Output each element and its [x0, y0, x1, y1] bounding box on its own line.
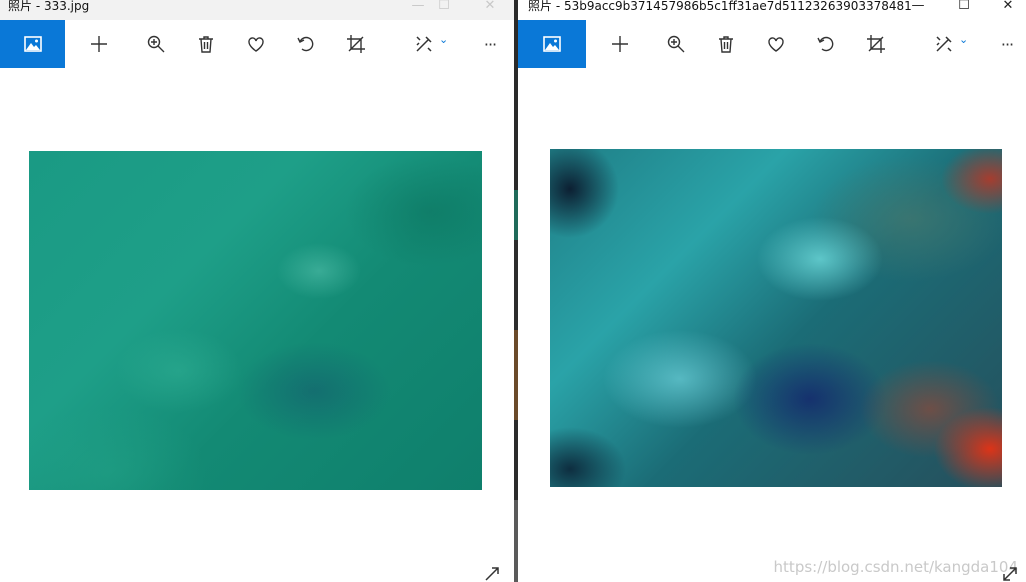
- rotate-icon: [817, 36, 834, 52]
- rotate-button[interactable]: [284, 20, 328, 68]
- image-canvas: [0, 68, 514, 582]
- photo-view-button[interactable]: [0, 20, 65, 68]
- more-button[interactable]: ···: [988, 20, 1026, 68]
- crop-button[interactable]: [334, 20, 378, 68]
- edit-button[interactable]: ⌄: [402, 20, 449, 68]
- photo-view-button[interactable]: [518, 20, 586, 68]
- maximize-button[interactable]: ☐: [944, 0, 984, 14]
- watermark: https://blog.csdn.net/kangda104: [773, 558, 1018, 576]
- edit-icon: [936, 36, 952, 52]
- delete-icon: [199, 36, 213, 53]
- rotate-icon: [297, 36, 314, 52]
- photo-icon: [23, 36, 42, 52]
- titlebar: 照片 - 333.jpg — ☐ ✕: [0, 0, 514, 20]
- add-button[interactable]: [77, 20, 121, 68]
- photos-window-left: 照片 - 333.jpg — ☐ ✕ ⌄ ···: [0, 0, 514, 582]
- favorite-icon: [768, 37, 784, 52]
- delete-icon: [719, 36, 733, 53]
- toolbar: ⌄ ···: [518, 20, 1026, 68]
- zoom-in-button[interactable]: [134, 20, 178, 68]
- expand-icon[interactable]: [484, 566, 500, 582]
- chevron-down-icon: ⌄: [439, 33, 449, 46]
- photos-window-right: 照片 - 53b9acc9b371457986b5c1ff31ae7d51123…: [518, 0, 1026, 582]
- image-canvas: https://blog.csdn.net/kangda104: [518, 68, 1026, 582]
- zoom-in-icon: [667, 35, 685, 53]
- window-title: 照片 - 53b9acc9b371457986b5c1ff31ae7d51123…: [528, 0, 912, 13]
- rotate-button[interactable]: [804, 20, 848, 68]
- titlebar: 照片 - 53b9acc9b371457986b5c1ff31ae7d51123…: [518, 0, 1026, 20]
- crop-icon: [867, 35, 885, 53]
- delete-button[interactable]: [704, 20, 748, 68]
- expand-icon[interactable]: [1002, 566, 1018, 582]
- crop-button[interactable]: [854, 20, 898, 68]
- close-button[interactable]: ✕: [988, 0, 1026, 14]
- chevron-down-icon: ⌄: [959, 33, 969, 46]
- maximize-button[interactable]: ☐: [424, 0, 464, 14]
- crop-icon: [347, 35, 365, 53]
- underwater-photo-original: [29, 151, 482, 490]
- delete-button[interactable]: [184, 20, 228, 68]
- favorite-icon: [248, 37, 264, 52]
- add-button[interactable]: [598, 20, 642, 68]
- close-button[interactable]: ✕: [470, 0, 510, 14]
- toolbar: ⌄ ···: [0, 20, 514, 68]
- add-icon: [91, 36, 107, 52]
- favorite-button[interactable]: [754, 20, 798, 68]
- zoom-in-button[interactable]: [654, 20, 698, 68]
- edit-button[interactable]: ⌄: [922, 20, 969, 68]
- add-icon: [612, 36, 628, 52]
- zoom-in-icon: [147, 35, 165, 53]
- favorite-button[interactable]: [234, 20, 278, 68]
- edit-icon: [416, 36, 432, 52]
- window-title: 照片 - 333.jpg: [8, 0, 90, 13]
- more-button[interactable]: ···: [468, 20, 512, 68]
- underwater-photo-enhanced: [550, 149, 1002, 487]
- minimize-button[interactable]: —: [898, 0, 938, 14]
- photo-icon: [543, 36, 561, 52]
